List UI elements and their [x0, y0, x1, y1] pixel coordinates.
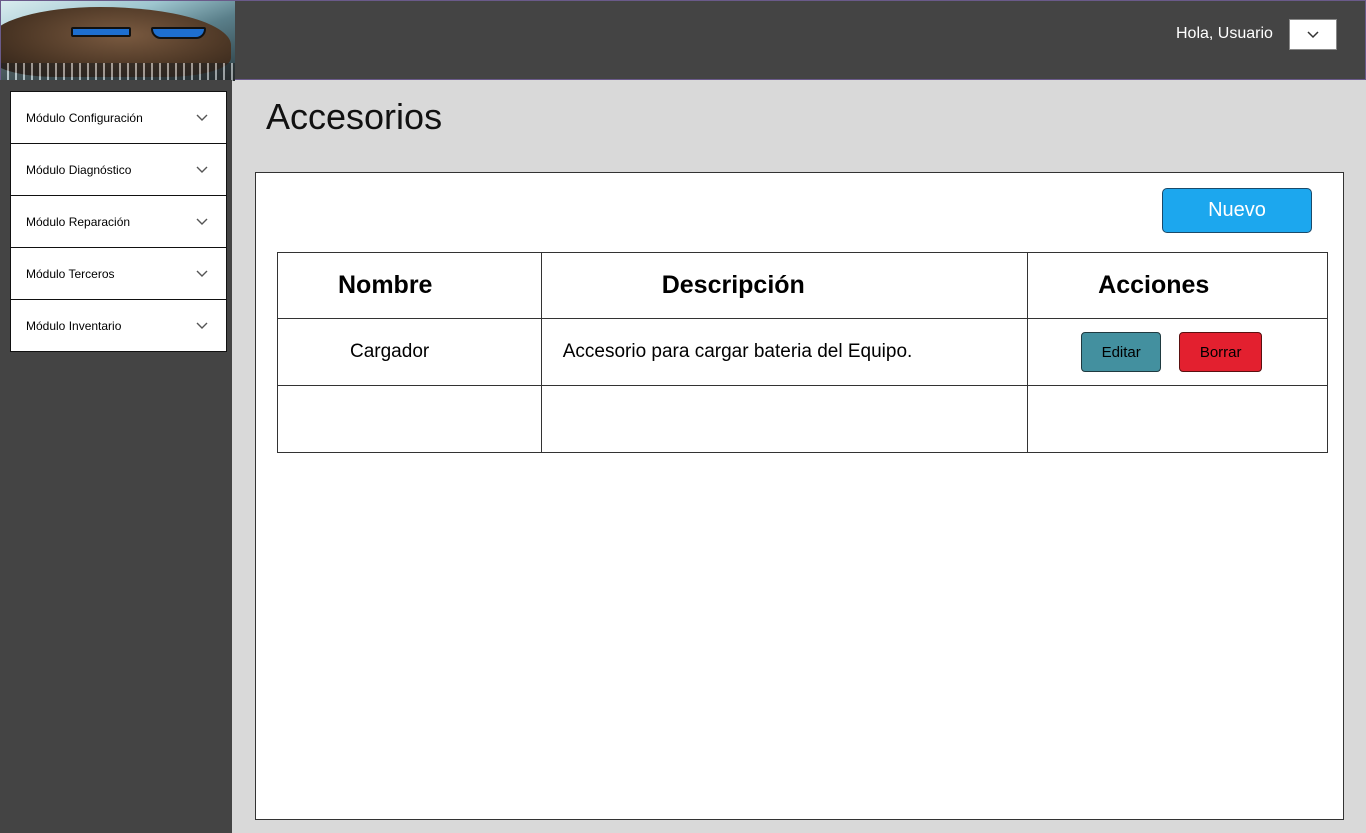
- cell-description-empty: [540, 385, 1029, 453]
- page-title: Accesorios: [266, 96, 443, 137]
- sidebar-item-diagnostico[interactable]: Módulo Diagnóstico: [10, 143, 227, 196]
- table-header-row: Nombre Descripción Acciones: [277, 252, 1328, 319]
- accessories-table: Nombre Descripción Acciones Cargador Acc…: [277, 252, 1328, 453]
- user-greeting: Hola, Usuario: [1176, 25, 1273, 42]
- cell-name-empty: [277, 385, 542, 453]
- sidebar-item-label: Módulo Reparación: [26, 214, 131, 229]
- edit-button[interactable]: Editar: [1081, 332, 1162, 372]
- logo: [1, 1, 235, 81]
- sidebar-item-label: Módulo Configuración: [26, 110, 143, 125]
- column-header-acciones: Acciones: [1027, 252, 1328, 319]
- sidebar-item-configuracion[interactable]: Módulo Configuración: [10, 91, 227, 144]
- cell-actions-empty: [1027, 385, 1328, 453]
- cell-actions: Editar Borrar: [1027, 318, 1328, 386]
- sidebar-item-inventario[interactable]: Módulo Inventario: [10, 299, 227, 352]
- cell-description: Accesorio para cargar bateria del Equipo…: [540, 318, 1029, 386]
- chevron-down-icon: [196, 322, 208, 329]
- sidebar-item-label: Módulo Diagnóstico: [26, 162, 132, 177]
- sidebar-item-terceros[interactable]: Módulo Terceros: [10, 247, 227, 300]
- sidebar-item-label: Módulo Terceros: [26, 266, 115, 281]
- new-button[interactable]: Nuevo: [1162, 188, 1312, 233]
- sidebar-item-label: Módulo Inventario: [26, 318, 122, 333]
- table-row: Cargador Accesorio para cargar bateria d…: [277, 318, 1328, 386]
- chevron-down-icon: [196, 218, 208, 225]
- table-row-empty: [277, 385, 1328, 453]
- chevron-down-icon: [1307, 30, 1319, 38]
- sidebar: Módulo Configuración Módulo Diagnóstico …: [0, 80, 232, 833]
- cell-name: Cargador: [277, 318, 542, 386]
- delete-button[interactable]: Borrar: [1179, 332, 1263, 372]
- user-menu-dropdown[interactable]: [1289, 19, 1337, 50]
- chevron-down-icon: [196, 166, 208, 173]
- column-header-nombre: Nombre: [277, 252, 542, 319]
- top-bar: Hola, Usuario: [0, 0, 1366, 81]
- chevron-down-icon: [196, 114, 208, 121]
- chevron-down-icon: [196, 270, 208, 277]
- sidebar-menu: Módulo Configuración Módulo Diagnóstico …: [10, 91, 227, 352]
- sidebar-item-reparacion[interactable]: Módulo Reparación: [10, 195, 227, 248]
- column-header-descripcion: Descripción: [540, 252, 1029, 319]
